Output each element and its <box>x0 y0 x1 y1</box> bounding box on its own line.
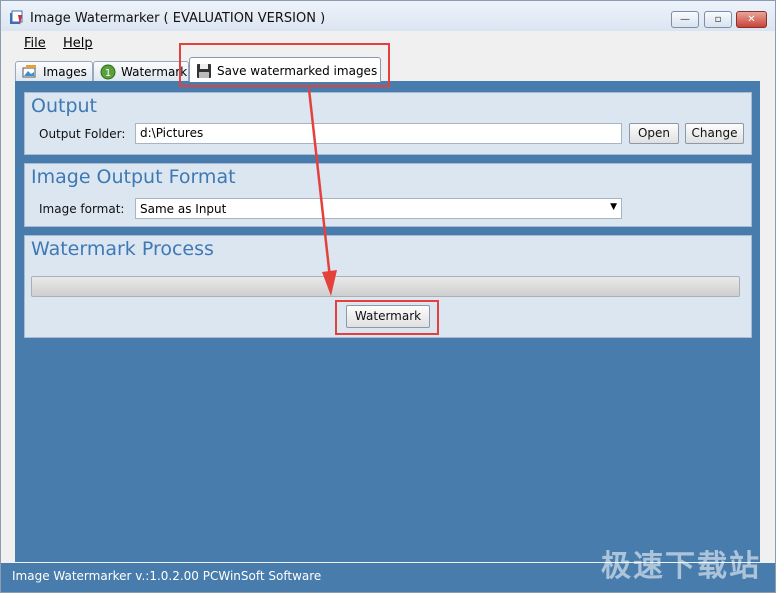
tab-watermark-label: Watermark <box>121 65 188 79</box>
close-icon: ✕ <box>747 14 756 25</box>
tab-save-label: Save watermarked images <box>217 64 378 78</box>
output-group: Output Output Folder: d:\Pictures Open C… <box>24 92 752 155</box>
output-folder-label: Output Folder: <box>39 127 126 141</box>
window-title: Image Watermarker ( EVALUATION VERSION ) <box>30 11 326 26</box>
change-button[interactable]: Change <box>685 123 744 144</box>
tab-save-watermarked-images[interactable]: Save watermarked images <box>189 57 381 82</box>
format-group-title: Image Output Format <box>31 166 236 188</box>
menu-bar: File Help <box>1 31 775 55</box>
app-icon <box>10 10 23 25</box>
menu-help[interactable]: Help <box>63 36 93 51</box>
minimize-icon: — <box>680 14 690 25</box>
progress-bar <box>31 276 740 297</box>
minimize-button[interactable]: — <box>671 11 699 28</box>
tab-images-label: Images <box>43 65 87 79</box>
menu-file-label: File <box>24 36 46 51</box>
open-button[interactable]: Open <box>629 123 679 144</box>
tab-watermark[interactable]: 1 Watermark <box>93 61 189 81</box>
output-folder-field[interactable]: d:\Pictures <box>135 123 622 144</box>
image-format-label: Image format: <box>39 202 125 216</box>
watermark-process-group: Watermark Process Watermark <box>24 235 752 338</box>
images-icon <box>22 65 36 78</box>
svg-text:1: 1 <box>105 68 111 79</box>
image-format-value: Same as Input <box>140 202 227 216</box>
site-watermark-logo: 极速下载站 <box>601 549 761 584</box>
app-window: Image Watermarker ( EVALUATION VERSION )… <box>0 0 776 593</box>
image-format-select[interactable]: Same as Input ▼ <box>135 198 622 219</box>
tab-strip: Images 1 Watermark Save watermarked imag… <box>1 55 775 82</box>
watermark-icon: 1 <box>100 64 116 80</box>
process-group-title: Watermark Process <box>31 238 214 260</box>
title-bar[interactable]: Image Watermarker ( EVALUATION VERSION )… <box>1 1 775 31</box>
status-text: Image Watermarker v.:1.0.2.00 PCWinSoft … <box>12 569 322 583</box>
close-button[interactable]: ✕ <box>736 11 767 28</box>
save-tab-panel: Output Output Folder: d:\Pictures Open C… <box>15 81 760 562</box>
chevron-down-icon: ▼ <box>610 202 617 212</box>
maximize-icon: ▫ <box>714 14 722 25</box>
image-output-format-group: Image Output Format Image format: Same a… <box>24 163 752 227</box>
menu-help-label: Help <box>63 36 93 51</box>
watermark-button[interactable]: Watermark <box>346 305 430 328</box>
output-group-title: Output <box>31 95 97 117</box>
tab-images[interactable]: Images <box>15 61 93 81</box>
menu-file[interactable]: File <box>24 36 46 51</box>
maximize-button[interactable]: ▫ <box>704 11 732 28</box>
floppy-disk-icon <box>197 64 211 78</box>
